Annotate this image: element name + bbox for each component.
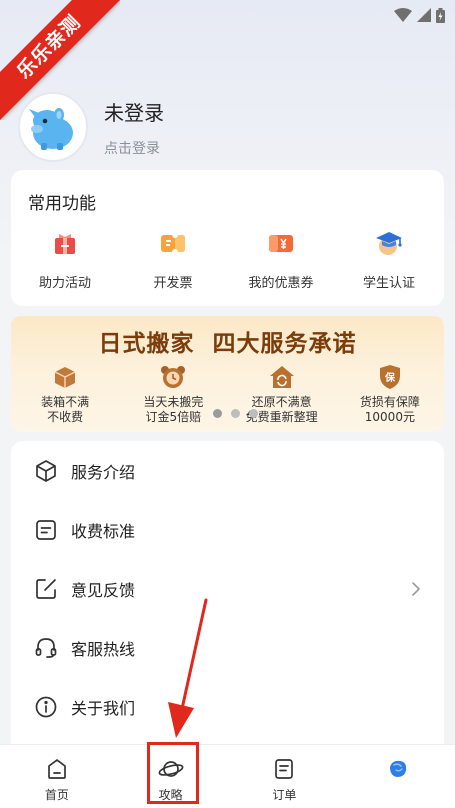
coupon-icon — [266, 228, 296, 258]
tab-guide[interactable]: 攻略 — [114, 745, 228, 808]
invoice-ticket-icon — [158, 228, 188, 258]
function-item-coupon[interactable]: 我的优惠券 — [227, 228, 335, 291]
menu-label: 意见反馈 — [71, 580, 136, 600]
menu-item-service-intro[interactable]: 服务介绍 — [11, 441, 444, 500]
function-label: 开发票 — [153, 276, 193, 291]
graduation-cap-icon — [374, 228, 404, 258]
box-icon — [52, 364, 78, 390]
function-item-student[interactable]: 学生认证 — [335, 228, 443, 291]
tab-label: 攻略 — [158, 788, 183, 802]
planet-icon — [158, 756, 184, 782]
headset-icon — [33, 635, 59, 661]
profile-name: 未登录 — [104, 100, 164, 125]
carousel-dot[interactable] — [249, 409, 258, 418]
promise-line-1: 货损有保障 — [359, 395, 420, 409]
tab-orders[interactable]: 订单 — [228, 745, 342, 808]
menu-item-about[interactable]: 关于我们 — [11, 677, 444, 736]
function-label: 我的优惠券 — [248, 276, 314, 291]
tab-profile[interactable] — [341, 745, 455, 808]
order-icon — [271, 756, 297, 782]
signal-icon — [417, 8, 431, 22]
profile-header[interactable]: 未登录 点击登录 — [18, 92, 164, 162]
section-title: 常用功能 — [28, 194, 96, 214]
rhino-mascot-icon — [29, 108, 73, 150]
guarantee-badge-text: 保 — [384, 371, 396, 384]
promise-line-2: 订金5倍赔 — [145, 410, 202, 424]
menu-item-pricing[interactable]: 收费标准 — [11, 500, 444, 559]
clock-bear-icon — [160, 364, 186, 390]
bottom-tab-bar: 首页 攻略 订单 — [0, 744, 455, 808]
gift-bag-icon — [50, 228, 80, 258]
promise-line-2: 10000元 — [364, 410, 415, 424]
tab-label: 首页 — [44, 788, 69, 802]
battery-icon — [436, 7, 445, 23]
shield-guarantee-icon: 保 — [377, 364, 403, 390]
menu-label: 收费标准 — [71, 521, 136, 541]
chevron-right-icon — [412, 581, 421, 596]
menu-item-feedback[interactable]: 意见反馈 — [11, 559, 444, 618]
login-link[interactable]: 点击登录 — [104, 138, 164, 158]
promise-line-2: 不收费 — [47, 410, 84, 424]
function-item-invoice[interactable]: 开发票 — [119, 228, 227, 291]
home-icon — [44, 756, 70, 782]
avatar[interactable] — [18, 92, 88, 162]
carousel-indicator — [213, 409, 258, 418]
wifi-icon — [394, 8, 412, 22]
carousel-dot[interactable] — [213, 409, 222, 418]
function-item-assist[interactable]: 助力活动 — [11, 228, 119, 291]
edit-feedback-icon — [33, 576, 59, 602]
menu-label: 关于我们 — [71, 698, 136, 718]
tab-home[interactable]: 首页 — [0, 745, 114, 808]
function-label: 助力活动 — [38, 276, 91, 291]
cube-icon — [33, 458, 59, 484]
promise-item: 保 货损有保障 10000元 — [336, 364, 444, 425]
price-list-icon — [33, 517, 59, 543]
info-icon — [33, 694, 59, 720]
service-promise-banner[interactable]: 日式搬家 四大服务承诺 装箱不满 不收费 当天未搬完 订金5倍赔 还原不满意 免… — [11, 316, 444, 432]
menu-label: 服务介绍 — [71, 462, 136, 482]
promise-line-1: 装箱不满 — [41, 395, 90, 409]
banner-title: 日式搬家 四大服务承诺 — [98, 331, 357, 357]
common-functions-card: 常用功能 助力活动 开发票 我的优惠券 学生认证 — [11, 170, 444, 306]
house-refresh-icon — [269, 364, 295, 390]
promise-line-1: 当天未搬完 — [143, 395, 204, 409]
promise-line-1: 还原不满意 — [251, 395, 312, 409]
promise-item: 装箱不满 不收费 — [11, 364, 119, 425]
promise-item: 当天未搬完 订金5倍赔 — [119, 364, 227, 425]
profile-blob-icon — [385, 756, 411, 782]
tab-label: 订单 — [272, 788, 297, 802]
function-label: 学生认证 — [362, 276, 415, 291]
menu-card: 服务介绍 收费标准 意见反馈 客服热线 关于我们 — [11, 441, 444, 761]
menu-label: 客服热线 — [71, 639, 136, 659]
status-bar — [394, 6, 445, 24]
menu-item-hotline[interactable]: 客服热线 — [11, 618, 444, 677]
carousel-dot[interactable] — [231, 409, 240, 418]
